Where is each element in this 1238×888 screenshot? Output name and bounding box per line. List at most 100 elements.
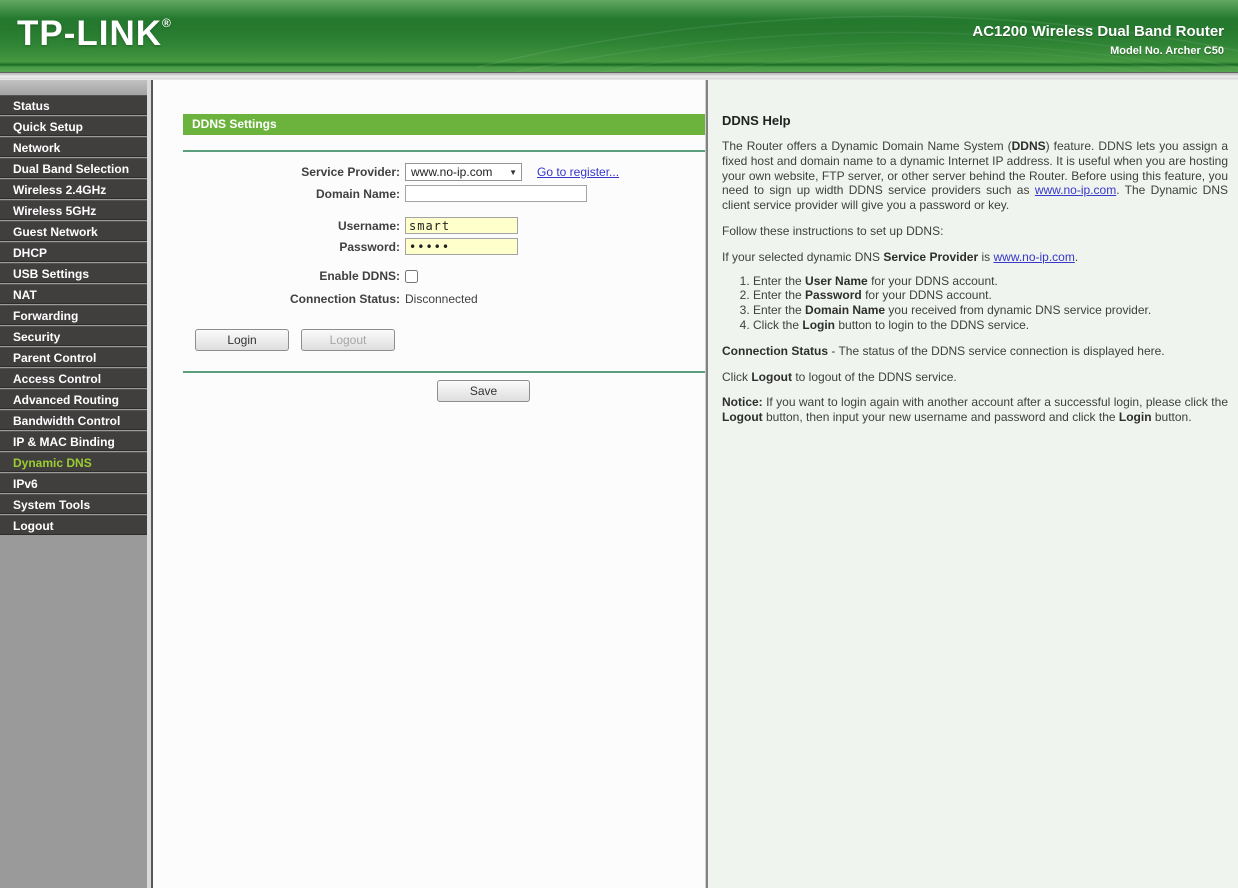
sidebar-top-strip <box>0 80 147 95</box>
login-button[interactable]: Login <box>195 329 289 351</box>
help-bold-term: Service Provider <box>883 249 979 264</box>
password-input[interactable] <box>405 238 518 255</box>
no-ip-link[interactable]: www.no-ip.com <box>1035 183 1116 197</box>
sidebar-item-forwarding[interactable]: Forwarding <box>0 305 147 325</box>
logo-text: TP-LINK <box>17 14 163 53</box>
sidebar-item-parent-control[interactable]: Parent Control <box>0 347 147 367</box>
sidebar-item-ipv6[interactable]: IPv6 <box>0 473 147 493</box>
save-button[interactable]: Save <box>437 380 530 402</box>
help-text: Enter the <box>753 273 806 288</box>
help-panel: DDNS Help The Router offers a Dynamic Do… <box>708 80 1238 888</box>
help-step: Click the Login button to login to the D… <box>753 318 1228 333</box>
help-bold-term: Password <box>805 288 862 303</box>
enable-ddns-label: Enable DDNS: <box>319 269 400 283</box>
sidebar-item-status[interactable]: Status <box>0 95 147 115</box>
sidebar-item-network[interactable]: Network <box>0 137 147 157</box>
help-paragraph: If your selected dynamic DNS Service Pro… <box>722 250 1228 265</box>
username-row: Username: <box>183 217 705 234</box>
sidebar-item-quick-setup[interactable]: Quick Setup <box>0 116 147 136</box>
help-paragraph: Follow these instructions to set up DDNS… <box>722 224 1228 239</box>
username-label: Username: <box>337 218 400 233</box>
domain-name-input[interactable] <box>405 185 587 202</box>
product-title: AC1200 Wireless Dual Band Router <box>972 23 1224 40</box>
service-provider-row: Service Provider: www.no-ip.com ▼ Go to … <box>183 163 705 181</box>
username-input[interactable] <box>405 217 518 234</box>
sidebar-item-usb-settings[interactable]: USB Settings <box>0 263 147 283</box>
help-steps-list: Enter the User Name for your DDNS accoun… <box>753 274 1228 333</box>
sidebar-item-advanced-routing[interactable]: Advanced Routing <box>0 389 147 409</box>
help-text: button. <box>1151 410 1192 425</box>
help-step: Enter the Password for your DDNS account… <box>753 288 1228 303</box>
help-text: for your DDNS account. <box>861 288 992 303</box>
connection-status-label: Connection Status: <box>290 292 400 306</box>
sidebar-item-logout[interactable]: Logout <box>0 515 147 535</box>
sidebar-item-system-tools[interactable]: System Tools <box>0 494 147 514</box>
section-title: DDNS Settings <box>183 114 705 135</box>
help-bold-term: Connection Status <box>722 343 829 358</box>
logout-button[interactable]: Logout <box>301 329 395 351</box>
help-content: The Router offers a Dynamic Domain Name … <box>722 139 1228 425</box>
help-text: If you want to login again with another … <box>762 395 1228 410</box>
help-step: Enter the User Name for your DDNS accoun… <box>753 274 1228 289</box>
help-paragraph: Click Logout to logout of the DDNS servi… <box>722 370 1228 385</box>
registered-mark: ® <box>162 16 172 30</box>
enable-ddns-checkbox[interactable] <box>405 269 418 283</box>
help-text: Enter the <box>753 303 806 318</box>
sidebar-item-security[interactable]: Security <box>0 326 147 346</box>
header-product-info: AC1200 Wireless Dual Band Router Model N… <box>972 23 1224 57</box>
help-bold-term: Domain Name <box>805 303 886 318</box>
model-number: Model No. Archer C50 <box>1110 45 1224 57</box>
sidebar-item-wireless-2-4ghz[interactable]: Wireless 2.4GHz <box>0 179 147 199</box>
domain-name-label: Domain Name: <box>315 186 400 201</box>
service-provider-select[interactable]: www.no-ip.com ▼ <box>405 163 522 181</box>
help-paragraph: Connection Status - The status of the DD… <box>722 344 1228 359</box>
help-text: - The status of the DDNS service connect… <box>828 343 1165 358</box>
go-to-register-link[interactable]: Go to register... <box>537 165 619 179</box>
help-bold-term: Logout <box>751 369 792 384</box>
sidebar-item-nat[interactable]: NAT <box>0 284 147 304</box>
password-row: Password: <box>183 238 705 255</box>
help-text: is <box>978 249 994 264</box>
login-logout-buttons: Login Logout <box>183 329 705 351</box>
tplink-logo: TP-LINK® <box>17 14 172 54</box>
connection-status-row: Connection Status: Disconnected <box>183 292 705 306</box>
sidebar-item-wireless-5ghz[interactable]: Wireless 5GHz <box>0 200 147 220</box>
sidebar-menu: Status Quick Setup Network Dual Band Select… <box>0 95 147 535</box>
help-text: Click <box>722 369 752 384</box>
help-text: Follow these instructions to set up DDNS… <box>722 223 944 238</box>
help-text: . <box>1074 249 1079 264</box>
help-bold-term: Notice: <box>722 395 763 410</box>
router-admin-page: TP-LINK® AC1200 Wireless Dual Band Route… <box>0 0 1238 888</box>
enable-ddns-row: Enable DDNS: <box>183 269 705 283</box>
no-ip-link[interactable]: www.no-ip.com <box>993 250 1074 264</box>
help-text: The Router offers a Dynamic Domain Name … <box>722 139 1012 153</box>
sidebar-item-dynamic-dns[interactable]: Dynamic DNS <box>0 452 147 472</box>
body: Status Quick Setup Network Dual Band Select… <box>0 80 1238 888</box>
sidebar-item-dhcp[interactable]: DHCP <box>0 242 147 262</box>
sidebar-item-bandwidth-control[interactable]: Bandwidth Control <box>0 410 147 430</box>
help-step: Enter the Domain Name you received from … <box>753 303 1228 318</box>
ddns-settings-form: DDNS Settings Service Provider: www.no-i… <box>183 114 705 402</box>
help-text: for your DDNS account. <box>867 273 998 288</box>
help-bold-term: DDNS <box>1011 139 1046 153</box>
sidebar-item-dual-band-selection[interactable]: Dual Band Selection <box>0 158 147 178</box>
help-text: Click the <box>753 317 803 332</box>
help-bold-term: Logout <box>722 410 763 425</box>
sidebar-item-access-control[interactable]: Access Control <box>0 368 147 388</box>
password-label: Password: <box>339 239 400 254</box>
help-text: you received from dynamic DNS service pr… <box>885 303 1152 318</box>
help-paragraph: The Router offers a Dynamic Domain Name … <box>722 139 1228 213</box>
separator-line-bottom <box>183 371 705 373</box>
sidebar-nav: Status Quick Setup Network Dual Band Select… <box>0 80 147 888</box>
sidebar-item-guest-network[interactable]: Guest Network <box>0 221 147 241</box>
header-separator-bar <box>0 72 1238 80</box>
header: TP-LINK® AC1200 Wireless Dual Band Route… <box>0 0 1238 72</box>
help-bold-term: Login <box>1118 410 1152 425</box>
separator-line-top <box>183 150 705 152</box>
service-provider-value: www.no-ip.com <box>411 165 493 179</box>
sidebar-item-ip-mac-binding[interactable]: IP & MAC Binding <box>0 431 147 451</box>
main-content: DDNS Settings Service Provider: www.no-i… <box>153 80 705 888</box>
help-text: button, then input your new username and… <box>762 410 1119 425</box>
help-paragraph: Notice: If you want to login again with … <box>722 395 1228 425</box>
help-text: button to login to the DDNS service. <box>835 317 1030 332</box>
